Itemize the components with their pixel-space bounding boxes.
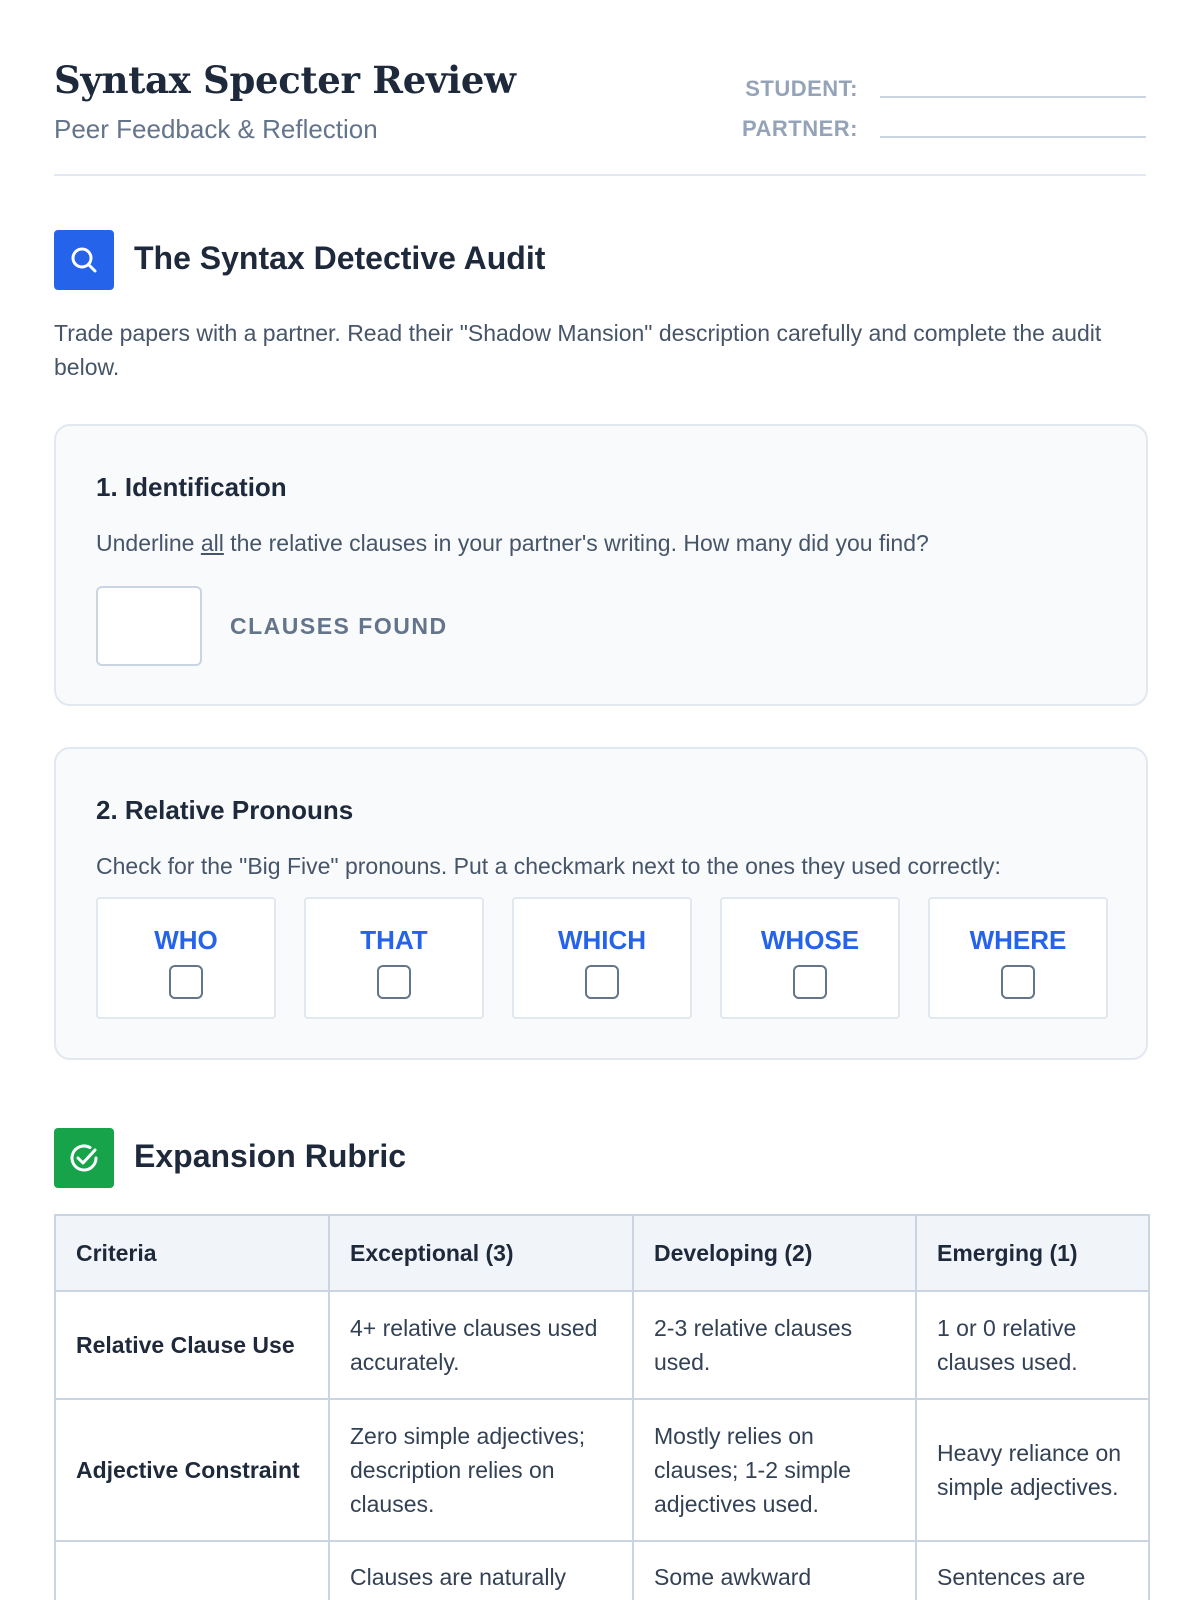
- table-row: Relative Clause Use 4+ relative clauses …: [54, 1290, 1150, 1400]
- table-cell: Heavy reliance on simple adjectives.: [915, 1398, 1150, 1542]
- relative-pronouns-title: 2. Relative Pronouns: [96, 795, 354, 825]
- table-cell: Zero simple adjectives; description reli…: [328, 1398, 634, 1542]
- pronoun-options: WHO THAT WHICH WHOSE WHERE: [96, 897, 1108, 1021]
- identification-card: 1. Identification Underline all the rela…: [54, 424, 1148, 706]
- pronoun-who: WHO: [96, 897, 276, 1019]
- table-cell: 4+ relative clauses used accurately.: [328, 1290, 634, 1400]
- criteria-cell: Relative Clause Use: [54, 1290, 330, 1400]
- relative-pronouns-card: 2. Relative Pronouns Check for the "Big …: [54, 747, 1148, 1060]
- page-subtitle: Peer Feedback & Reflection: [54, 114, 378, 144]
- pronoun-checkbox-whose[interactable]: [793, 965, 827, 999]
- partner-name-row: PARTNER:: [738, 116, 1146, 146]
- column-header: Emerging (1): [915, 1214, 1150, 1292]
- pronoun-label: WHERE: [969, 925, 1067, 955]
- pronoun-checkbox-that[interactable]: [377, 965, 411, 999]
- relative-pronouns-instructions: Check for the "Big Five" pronouns. Put a…: [96, 853, 1001, 879]
- pronoun-label: WHICH: [557, 925, 647, 955]
- column-header: Criteria: [54, 1214, 330, 1292]
- identification-instructions: Underline all the relative clauses in yo…: [96, 530, 929, 557]
- audit-section-title: The Syntax Detective Audit: [134, 240, 546, 276]
- table-cell: 1 or 0 relative clauses used.: [915, 1290, 1150, 1400]
- criteria-cell: [54, 1540, 330, 1600]
- expansion-rubric-table: Criteria Exceptional (3) Developing (2) …: [54, 1214, 1150, 1600]
- pronoun-which: WHICH: [512, 897, 692, 1019]
- page-title: Syntax Specter Review: [54, 58, 516, 102]
- table-cell: Mostly relies on clauses; 1-2 simple adj…: [632, 1398, 917, 1542]
- table-header-row: Criteria Exceptional (3) Developing (2) …: [54, 1214, 1150, 1292]
- worksheet-page: Syntax Specter Review Peer Feedback & Re…: [0, 0, 1200, 1600]
- pronoun-checkbox-which[interactable]: [585, 965, 619, 999]
- instruction-emphasis: all: [200, 530, 224, 556]
- pronoun-checkbox-where[interactable]: [1001, 965, 1035, 999]
- pronoun-label: WHOSE: [760, 925, 860, 955]
- table-row: Clauses are naturally Some awkward Sente…: [54, 1540, 1150, 1600]
- worksheet-header: Syntax Specter Review Peer Feedback & Re…: [54, 58, 1146, 176]
- pronoun-that: THAT: [304, 897, 484, 1019]
- table-cell: Clauses are naturally: [328, 1540, 634, 1600]
- partner-name-line[interactable]: [880, 136, 1146, 138]
- identification-title: 1. Identification: [96, 472, 287, 502]
- search-icon: [54, 230, 114, 290]
- pronoun-where: WHERE: [928, 897, 1108, 1019]
- pronoun-whose: WHOSE: [720, 897, 900, 1019]
- rubric-section-title: Expansion Rubric: [134, 1138, 407, 1174]
- partner-label: PARTNER:: [741, 116, 858, 141]
- column-header: Exceptional (3): [328, 1214, 634, 1292]
- student-label: STUDENT:: [745, 76, 858, 101]
- instruction-text-end: the relative clauses in your partner's w…: [223, 530, 929, 556]
- pronoun-checkbox-who[interactable]: [169, 965, 203, 999]
- criteria-cell: Adjective Constraint: [54, 1398, 330, 1542]
- audit-intro-text: Trade papers with a partner. Read their …: [54, 320, 1102, 380]
- pronoun-label: THAT: [360, 925, 428, 955]
- clauses-count-box[interactable]: [96, 586, 202, 666]
- table-cell: 2-3 relative clauses used.: [632, 1290, 917, 1400]
- clauses-found-label: CLAUSES FOUND: [230, 613, 448, 639]
- table-row: Adjective Constraint Zero simple adjecti…: [54, 1398, 1150, 1542]
- pronoun-label: WHO: [154, 925, 218, 955]
- student-name-row: STUDENT:: [738, 76, 1146, 106]
- instruction-text-start: Underline: [96, 530, 201, 556]
- column-header: Developing (2): [632, 1214, 917, 1292]
- check-circle-icon: [54, 1128, 114, 1188]
- table-cell: Sentences are: [915, 1540, 1150, 1600]
- table-cell: Some awkward: [632, 1540, 917, 1600]
- student-name-line[interactable]: [880, 96, 1146, 98]
